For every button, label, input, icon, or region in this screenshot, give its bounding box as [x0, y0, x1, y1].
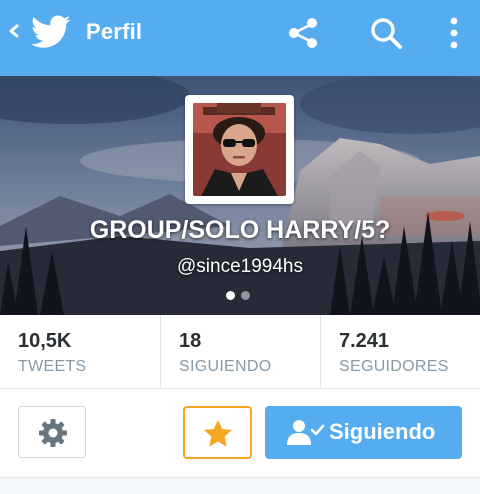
action-bar: Perfil	[0, 0, 480, 76]
chevron-left-icon	[9, 24, 19, 38]
page-dot-active	[226, 291, 235, 300]
stat-label: TWEETS	[18, 358, 87, 375]
stat-value: 10,5K	[18, 330, 72, 352]
search-icon	[371, 18, 402, 49]
profile-display-name: GROUP/SOLO HARRY/5?	[89, 216, 391, 244]
page-title: Perfil	[86, 19, 143, 44]
following-button-label: Siguiendo	[329, 419, 436, 444]
page-dot	[241, 291, 250, 300]
stat-label: SIGUIENDO	[179, 358, 272, 375]
home-up-button[interactable]	[0, 0, 82, 66]
share-icon	[289, 18, 317, 48]
settings-button[interactable]	[18, 406, 86, 458]
star-icon	[204, 420, 232, 447]
avatar-frame[interactable]	[185, 95, 294, 204]
avatar	[193, 103, 286, 196]
gear-icon	[39, 419, 67, 447]
header-page-indicator	[226, 287, 256, 300]
overflow-menu-icon	[450, 17, 458, 49]
profile-stats: 10,5K TWEETS 18 SIGUIENDO 7.241 SEGUIDOR…	[0, 315, 480, 389]
stat-tweets[interactable]: 10,5K TWEETS	[0, 315, 159, 388]
stat-value: 7.241	[339, 330, 390, 352]
twitter-bird-icon	[31, 15, 71, 48]
profile-header[interactable]: GROUP/SOLO HARRY/5? @since1994hs	[0, 76, 480, 315]
favorite-button[interactable]	[183, 406, 252, 459]
stat-following[interactable]: 18 SIGUIENDO	[160, 315, 319, 388]
profile-actions: Siguiendo	[0, 389, 480, 477]
profile-handle: @since1994hs	[177, 256, 303, 277]
stat-followers[interactable]: 7.241 SEGUIDORES	[320, 315, 480, 388]
stat-label: SEGUIDORES	[339, 358, 449, 375]
share-button[interactable]	[283, 13, 323, 53]
following-button[interactable]: Siguiendo	[265, 406, 462, 459]
content-divider	[0, 477, 480, 494]
user-check-icon	[287, 420, 325, 445]
search-button[interactable]	[366, 13, 406, 53]
stat-value: 18	[179, 330, 202, 352]
overflow-menu-button[interactable]	[434, 13, 474, 53]
